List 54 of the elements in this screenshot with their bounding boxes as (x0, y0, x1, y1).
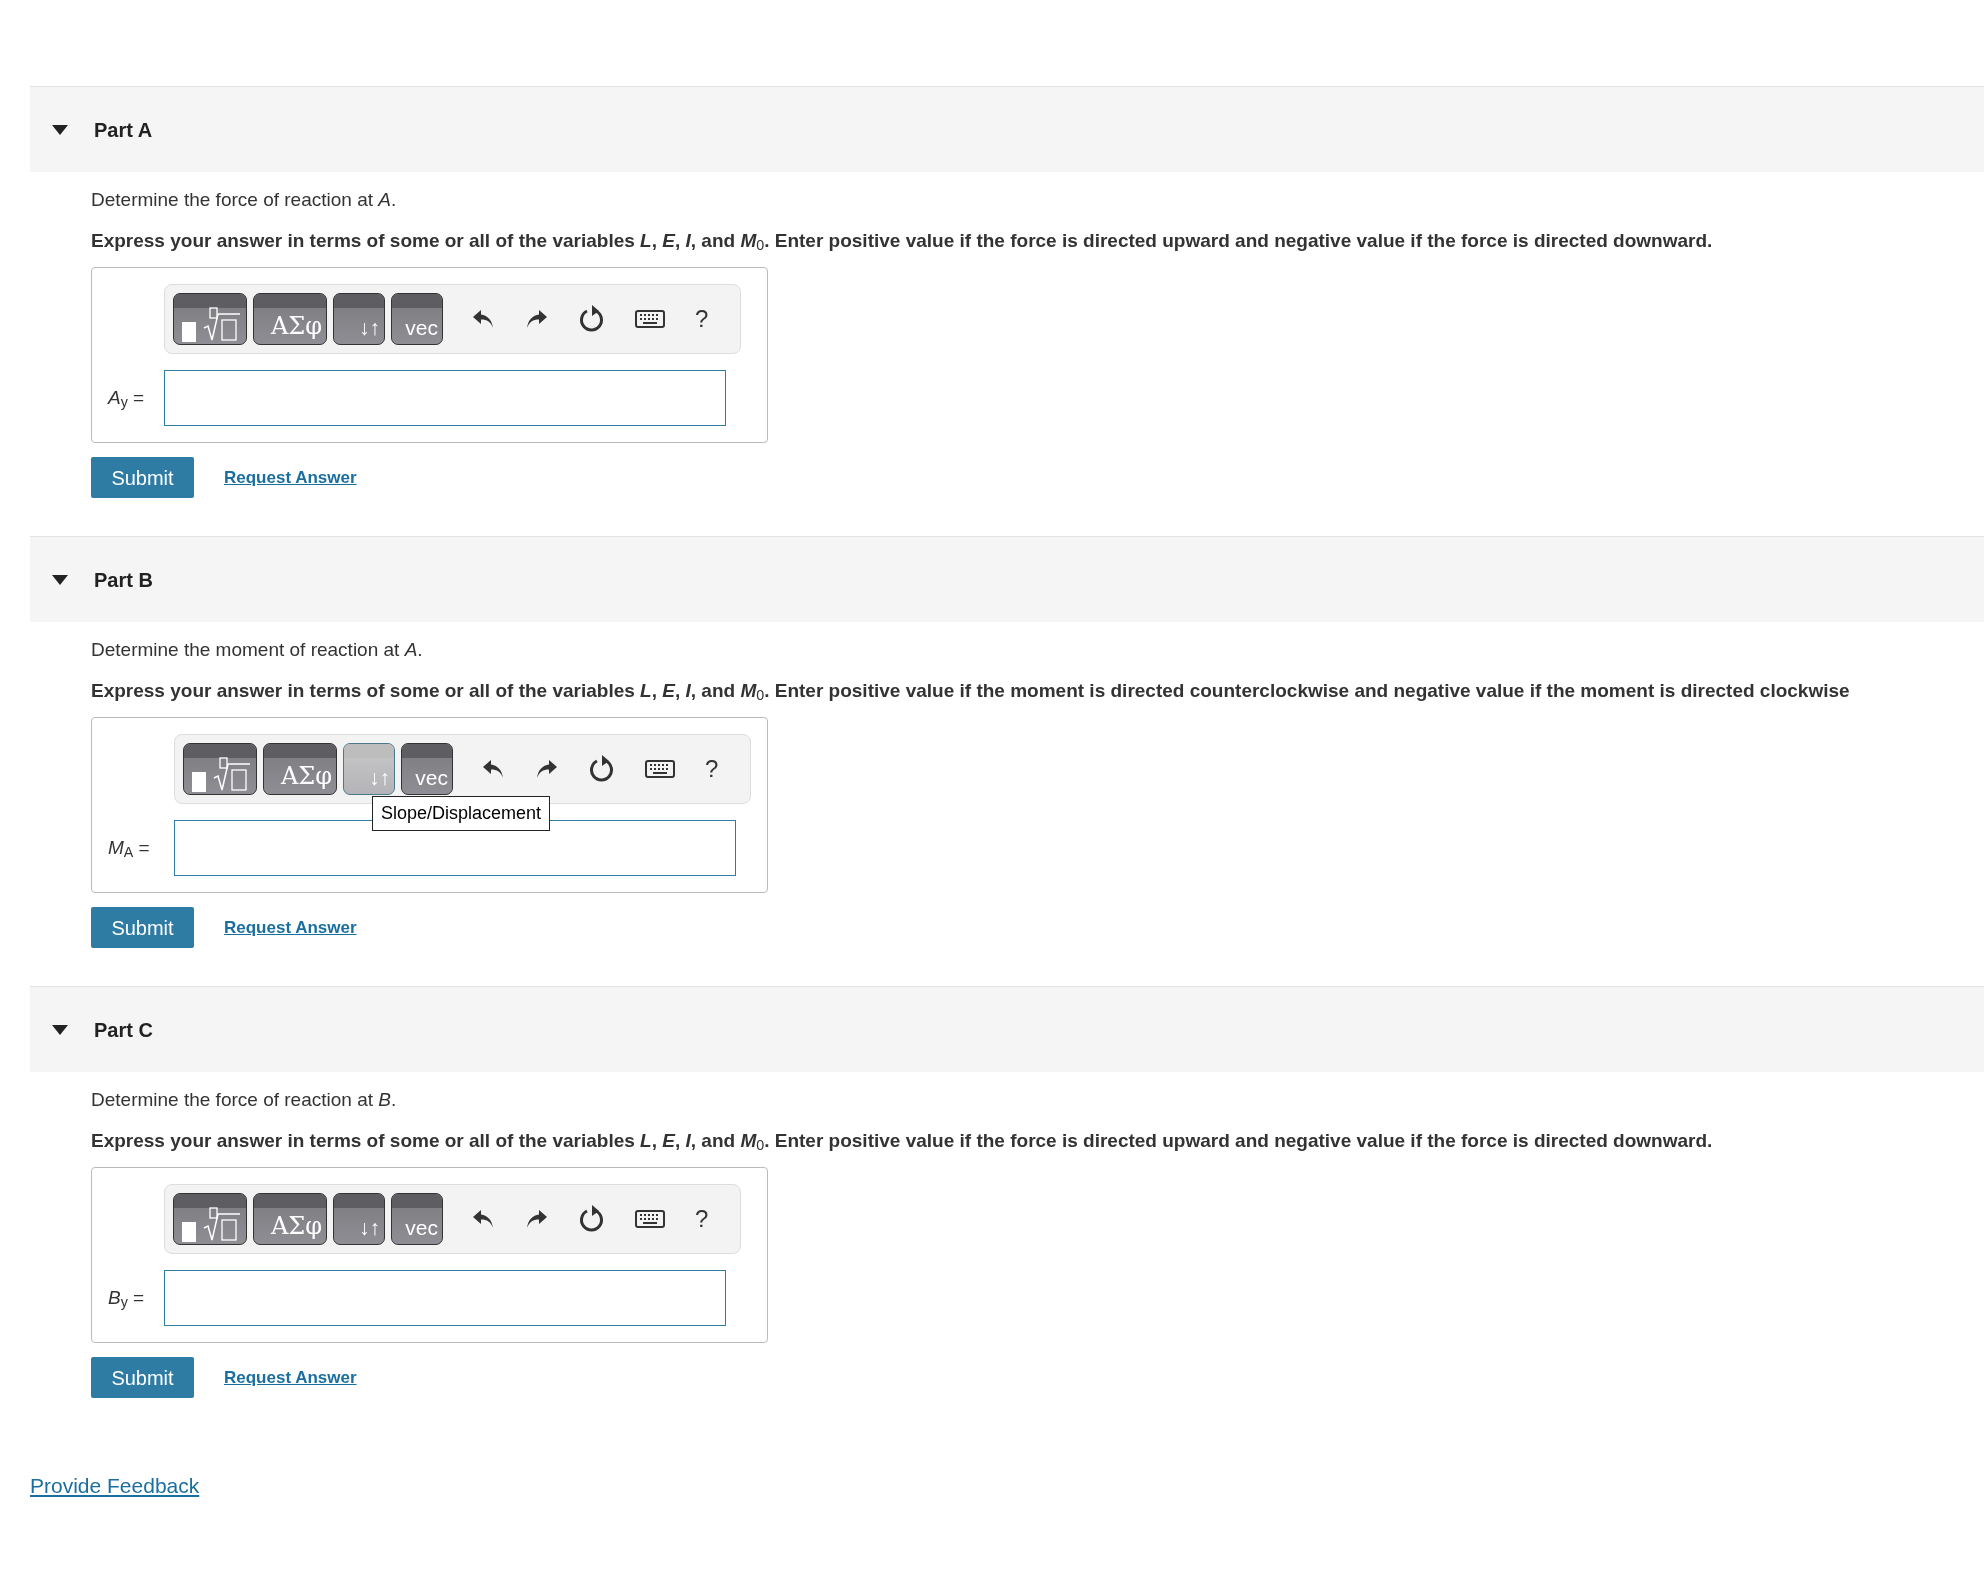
part-header[interactable]: Part A (30, 86, 1984, 172)
answer-field[interactable] (164, 370, 726, 426)
reset-icon[interactable] (579, 1205, 605, 1233)
instruction-text: Express your answer in terms of some or all of the variables L, E, I, and M$_{0}$. Enter positive value if the force is directed upward and negative value if the force is directed downward. (91, 1128, 1714, 1155)
keyboard-icon[interactable] (635, 1210, 665, 1228)
greek-symbols-button[interactable]: ΑΣφ (253, 1193, 327, 1245)
part-header[interactable]: Part C (30, 986, 1984, 1072)
submit-button[interactable]: Submit (91, 907, 194, 948)
templates-button[interactable] (183, 743, 257, 795)
part-title: Part A (94, 117, 153, 143)
undo-icon[interactable] (481, 758, 505, 780)
undo-icon[interactable] (471, 1208, 495, 1230)
undo-icon[interactable] (471, 308, 495, 330)
instruction-text: Express your answer in terms of some or all of the variables L, E, I, and M$_{0}$. Enter positive value if the moment is directed counterclockwise and negative value if the moment is directed clockwise (91, 678, 1851, 705)
request-answer-link[interactable]: Request Answer (224, 914, 357, 941)
templates-button[interactable] (173, 293, 247, 345)
answer-label: A$_{y}$ = (108, 385, 146, 413)
question-text: Determine the force of reaction at B. (91, 1088, 398, 1112)
vector-button[interactable]: vec (391, 1193, 443, 1245)
part-title: Part B (94, 567, 153, 593)
tooltip: Slope/Displacement (372, 796, 551, 831)
vector-button[interactable]: vec (391, 293, 443, 345)
redo-icon[interactable] (535, 758, 559, 780)
reset-icon[interactable] (579, 305, 605, 333)
caret-icon (52, 574, 68, 585)
help-button[interactable]: ? (705, 757, 719, 781)
redo-icon[interactable] (525, 1208, 549, 1230)
keyboard-icon[interactable] (635, 310, 665, 328)
answer-label: M$_{A}$ = (108, 835, 151, 863)
redo-icon[interactable] (525, 308, 549, 330)
help-button[interactable]: ? (695, 1207, 709, 1231)
answer-field[interactable] (164, 1270, 726, 1326)
submit-button[interactable]: Submit (91, 1357, 194, 1398)
keyboard-icon[interactable] (645, 760, 675, 778)
question-text: Determine the force of reaction at A. (91, 188, 398, 212)
answer-label: B$_{y}$ = (108, 1285, 146, 1313)
caret-icon (52, 124, 68, 135)
greek-symbols-button[interactable]: ΑΣφ (253, 293, 327, 345)
templates-button[interactable] (173, 1193, 247, 1245)
greek-symbols-button[interactable]: ΑΣφ (263, 743, 337, 795)
caret-icon (52, 1024, 68, 1035)
instruction-text: Express your answer in terms of some or all of the variables L, E, I, and M$_{0}$. Enter positive value if the force is directed upward and negative value if the force is directed downward. (91, 228, 1714, 255)
submit-button[interactable]: Submit (91, 457, 194, 498)
part-title: Part C (94, 1017, 153, 1043)
question-text: Determine the moment of reaction at A. (91, 638, 424, 662)
reset-icon[interactable] (589, 755, 615, 783)
help-button[interactable]: ? (695, 307, 709, 331)
request-answer-link[interactable]: Request Answer (224, 464, 357, 491)
vector-button[interactable]: vec (401, 743, 453, 795)
feedback-link[interactable]: Provide Feedback (30, 1470, 200, 1502)
part-header[interactable]: Part B (30, 536, 1984, 622)
request-answer-link[interactable]: Request Answer (224, 1364, 357, 1391)
arrows-button[interactable]: ↓↑ (333, 1193, 385, 1245)
arrows-button[interactable]: ↓↑ (333, 293, 385, 345)
